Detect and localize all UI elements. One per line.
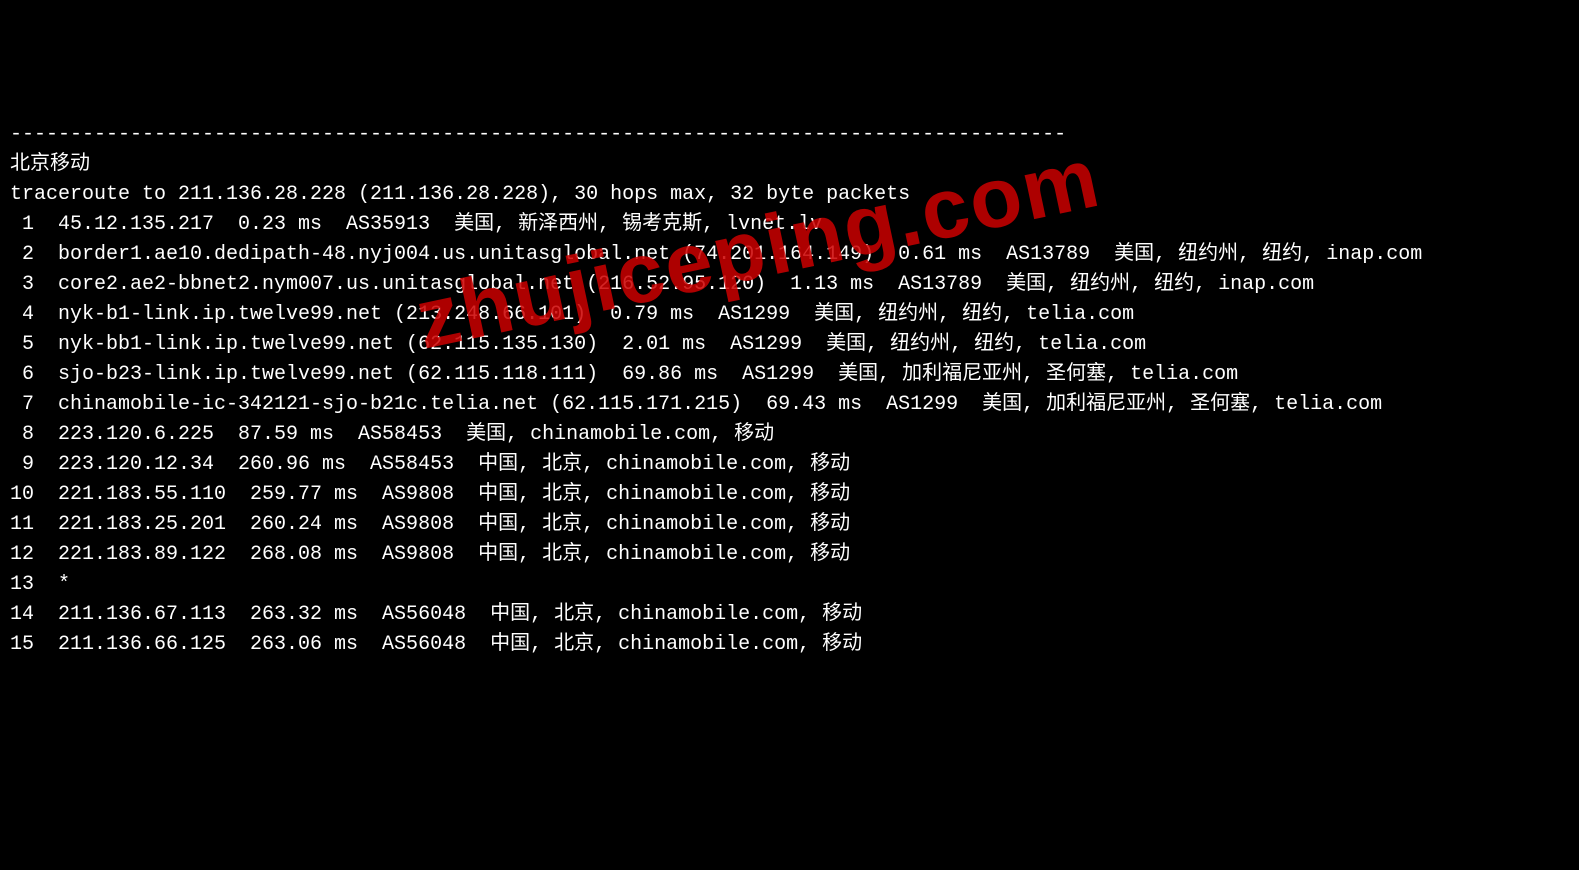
- hop-detail: 211.136.67.113 263.32 ms AS56048 中国, 北京,…: [34, 603, 862, 626]
- hop-detail: nyk-b1-link.ip.twelve99.net (213.248.66.…: [34, 303, 1134, 326]
- hop-number: 2: [10, 240, 34, 270]
- hop-number: 12: [10, 540, 34, 570]
- hop-detail: chinamobile-ic-342121-sjo-b21c.telia.net…: [34, 393, 1382, 416]
- location-header: 北京移动: [10, 153, 90, 176]
- hop-row: 2 border1.ae10.dedipath-48.nyj004.us.uni…: [10, 243, 1422, 266]
- hop-detail: 223.120.6.225 87.59 ms AS58453 美国, china…: [34, 423, 774, 446]
- hop-row: 12 221.183.89.122 268.08 ms AS9808 中国, 北…: [10, 543, 850, 566]
- hop-row: 1 45.12.135.217 0.23 ms AS35913 美国, 新泽西州…: [10, 213, 822, 236]
- hop-row: 6 sjo-b23-link.ip.twelve99.net (62.115.1…: [10, 363, 1238, 386]
- traceroute-header: traceroute to 211.136.28.228 (211.136.28…: [10, 183, 910, 206]
- hop-number: 4: [10, 300, 34, 330]
- hop-number: 10: [10, 480, 34, 510]
- hop-detail: core2.ae2-bbnet2.nym007.us.unitasglobal.…: [34, 273, 1314, 296]
- hop-row: 8 223.120.6.225 87.59 ms AS58453 美国, chi…: [10, 423, 774, 446]
- hop-number: 9: [10, 450, 34, 480]
- hop-number: 11: [10, 510, 34, 540]
- hop-row: 13 *: [10, 573, 70, 596]
- hop-row: 11 221.183.25.201 260.24 ms AS9808 中国, 北…: [10, 513, 850, 536]
- hop-row: 5 nyk-bb1-link.ip.twelve99.net (62.115.1…: [10, 333, 1146, 356]
- hop-number: 3: [10, 270, 34, 300]
- hop-row: 3 core2.ae2-bbnet2.nym007.us.unitasgloba…: [10, 273, 1314, 296]
- hop-detail: border1.ae10.dedipath-48.nyj004.us.unita…: [34, 243, 1422, 266]
- hop-row: 14 211.136.67.113 263.32 ms AS56048 中国, …: [10, 603, 862, 626]
- hop-number: 7: [10, 390, 34, 420]
- hop-row: 10 221.183.55.110 259.77 ms AS9808 中国, 北…: [10, 483, 850, 506]
- hop-row: 9 223.120.12.34 260.96 ms AS58453 中国, 北京…: [10, 453, 850, 476]
- hop-row: 4 nyk-b1-link.ip.twelve99.net (213.248.6…: [10, 303, 1134, 326]
- hop-detail: 221.183.55.110 259.77 ms AS9808 中国, 北京, …: [34, 483, 850, 506]
- hop-detail: 45.12.135.217 0.23 ms AS35913 美国, 新泽西州, …: [34, 213, 822, 236]
- hop-detail: nyk-bb1-link.ip.twelve99.net (62.115.135…: [34, 333, 1146, 356]
- hop-number: 15: [10, 630, 34, 660]
- hop-number: 8: [10, 420, 34, 450]
- hop-number: 14: [10, 600, 34, 630]
- hop-detail: *: [34, 573, 70, 596]
- hop-detail: 221.183.25.201 260.24 ms AS9808 中国, 北京, …: [34, 513, 850, 536]
- hop-number: 6: [10, 360, 34, 390]
- hop-row: 7 chinamobile-ic-342121-sjo-b21c.telia.n…: [10, 393, 1382, 416]
- hop-detail: 221.183.89.122 268.08 ms AS9808 中国, 北京, …: [34, 543, 850, 566]
- hop-number: 13: [10, 570, 34, 600]
- hop-detail: 223.120.12.34 260.96 ms AS58453 中国, 北京, …: [34, 453, 850, 476]
- hop-number: 5: [10, 330, 34, 360]
- terminal-output: ----------------------------------------…: [0, 120, 1579, 660]
- hop-detail: 211.136.66.125 263.06 ms AS56048 中国, 北京,…: [34, 633, 862, 656]
- separator-line: ----------------------------------------…: [10, 123, 1066, 146]
- hop-detail: sjo-b23-link.ip.twelve99.net (62.115.118…: [34, 363, 1238, 386]
- hop-row: 15 211.136.66.125 263.06 ms AS56048 中国, …: [10, 633, 862, 656]
- hop-number: 1: [10, 210, 34, 240]
